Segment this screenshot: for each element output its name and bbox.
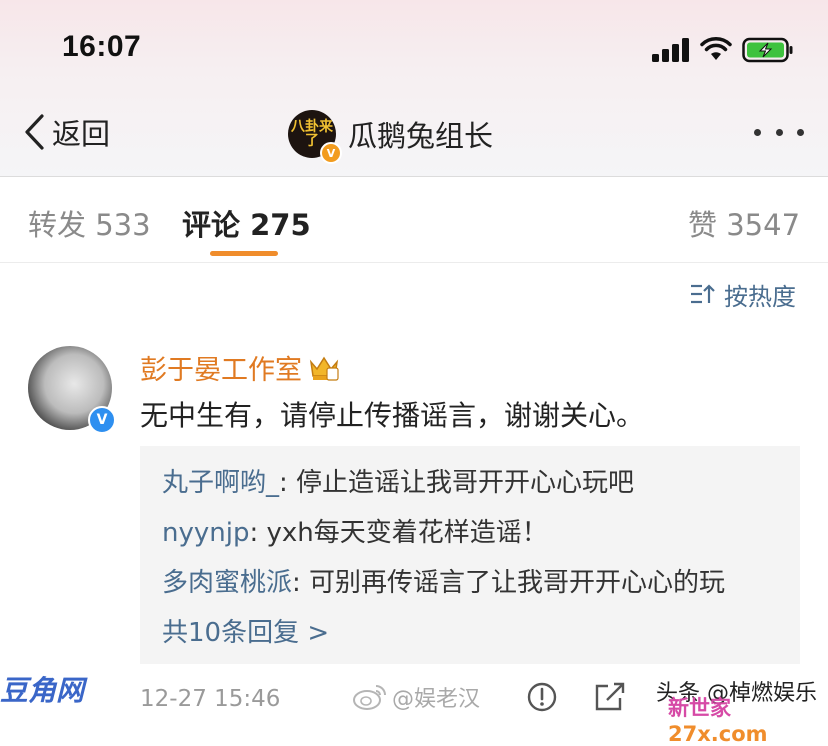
nav-divider	[0, 176, 828, 177]
tab-comments-label: 评论	[182, 208, 241, 242]
watermark-site: 新世家 27x.com	[668, 692, 828, 746]
battery-charging-icon	[742, 37, 793, 63]
watermark-douban: 豆角网	[0, 674, 85, 707]
verified-orange-icon: V	[320, 142, 342, 164]
comment-author-name[interactable]: 彭于晏工作室	[140, 348, 302, 387]
verified-blue-icon: V	[88, 406, 116, 434]
sort-label: 按热度	[724, 282, 796, 311]
reply-author[interactable]: nyynjp	[162, 518, 249, 548]
tab-comments-count: 275	[250, 208, 311, 242]
more-button[interactable]	[754, 122, 804, 142]
share-icon[interactable]	[592, 680, 628, 714]
tab-reposts-label: 转发	[28, 208, 87, 242]
status-bar: 16:07	[0, 0, 828, 90]
watermark-weibo-text: @娱老汉	[392, 687, 481, 712]
more-replies-link[interactable]: 共10条回复 >	[162, 612, 329, 649]
report-icon[interactable]	[524, 680, 560, 714]
more-icon	[754, 128, 761, 136]
tab-likes[interactable]: 赞 3547	[688, 202, 800, 244]
nav-title: 瓜鹅兔组长	[348, 119, 494, 153]
back-button[interactable]: 返回	[22, 112, 110, 152]
tab-comments[interactable]: 评论 275	[182, 202, 311, 244]
tab-bar: 转发 533 评论 275 赞 3547	[0, 178, 828, 262]
reply-box[interactable]: 丸子啊哟_: 停止造谣让我哥开开心心玩吧 nyynjp: yxh每天变着花样造谣…	[140, 446, 800, 664]
back-label: 返回	[52, 117, 111, 151]
sort-button[interactable]: 按热度	[690, 278, 796, 311]
tab-likes-count: 3547	[726, 208, 801, 242]
sort-icon	[691, 284, 715, 304]
reply-author[interactable]: 丸子啊哟_	[162, 468, 279, 498]
reply-text: : 可别再传谣言了让我哥开开心心的玩	[292, 568, 726, 598]
tab-reposts[interactable]: 转发 533	[28, 202, 151, 244]
tab-likes-label: 赞	[688, 208, 718, 242]
active-tab-indicator	[210, 251, 278, 256]
profile-avatar[interactable]: 八卦来了 V	[288, 110, 342, 164]
reply-item[interactable]: nyynjp: yxh每天变着花样造谣！	[162, 512, 548, 549]
status-time: 16:07	[62, 30, 142, 63]
reply-text: : 停止造谣让我哥开开心心玩吧	[279, 468, 635, 498]
watermark-site-a: 新世家	[668, 696, 731, 720]
back-chevron-icon	[25, 114, 44, 150]
reply-author[interactable]: 多肉蜜桃派	[162, 568, 292, 598]
comment-text: 无中生有，请停止传播谣言，谢谢关心。	[140, 399, 645, 432]
tab-reposts-count: 533	[95, 208, 151, 242]
nav-profile[interactable]: 八卦来了 V 瓜鹅兔组长	[288, 106, 494, 164]
reply-item[interactable]: 丸子啊哟_: 停止造谣让我哥开开心心玩吧	[162, 462, 634, 499]
nav-bar: 返回 八卦来了 V 瓜鹅兔组长	[0, 96, 828, 176]
crown-icon	[309, 356, 339, 381]
tab-divider	[0, 262, 828, 263]
comment-author[interactable]: 彭于晏工作室	[140, 348, 340, 387]
reply-item[interactable]: 多肉蜜桃派: 可别再传谣言了让我哥开开心心的玩	[162, 562, 725, 599]
commenter-avatar[interactable]: V	[28, 346, 116, 434]
watermark-site-b: 27x.com	[668, 722, 768, 746]
comment-time: 12-27 15:46	[140, 686, 281, 712]
watermark-weibo: @娱老汉	[352, 681, 480, 713]
reply-text: : yxh每天变着花样造谣！	[249, 518, 548, 548]
weibo-logo	[353, 685, 386, 710]
wifi-icon	[700, 37, 732, 60]
signal-icon	[652, 38, 692, 62]
